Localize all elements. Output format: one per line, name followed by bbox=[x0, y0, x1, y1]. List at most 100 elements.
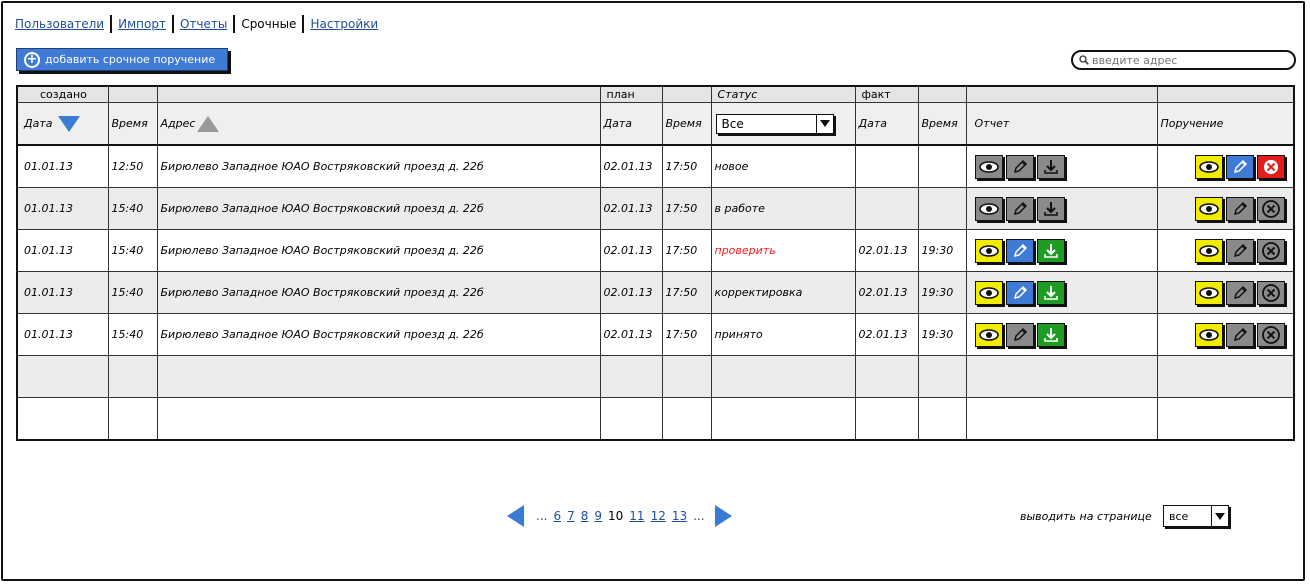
cell-time: 15:40 bbox=[107, 229, 158, 272]
cell-address: Бирюлево Западное ЮАО Востряковский прое… bbox=[156, 313, 601, 356]
report-view-eye-icon[interactable] bbox=[974, 154, 1003, 179]
cell-order-actions bbox=[1156, 271, 1295, 314]
order-edit-pencil-icon[interactable] bbox=[1226, 238, 1254, 263]
report-download-icon[interactable] bbox=[1036, 322, 1065, 347]
cell-status: принято bbox=[710, 313, 856, 356]
add-urgent-order-button[interactable]: + добавить срочное поручение bbox=[16, 48, 228, 71]
report-download-icon[interactable] bbox=[1036, 280, 1065, 305]
nav-link-settings[interactable]: Настройки bbox=[304, 17, 384, 31]
page-link-7[interactable]: 7 bbox=[567, 509, 575, 523]
per-page-select[interactable]: все bbox=[1163, 505, 1229, 527]
page-link-12[interactable]: 12 bbox=[651, 509, 666, 523]
cell-fact-time bbox=[917, 187, 967, 230]
report-view-eye-icon[interactable] bbox=[974, 196, 1003, 221]
cell-plan-time: 17:50 bbox=[661, 144, 712, 188]
arrow-left-icon[interactable] bbox=[507, 505, 524, 527]
cell-time: 15:40 bbox=[107, 271, 158, 314]
order-cancel-close-icon[interactable] bbox=[1257, 280, 1285, 305]
table-row: 01.01.13 15:40 Бирюлево Западное ЮАО Востр… bbox=[16, 313, 1295, 356]
cell-date: 01.01.13 bbox=[16, 271, 109, 314]
report-edit-pencil-icon[interactable] bbox=[1005, 280, 1034, 305]
report-view-eye-icon[interactable] bbox=[974, 238, 1003, 263]
order-edit-pencil-icon[interactable] bbox=[1226, 154, 1254, 179]
report-view-eye-icon[interactable] bbox=[974, 322, 1003, 347]
group-header-status: Статус bbox=[710, 85, 856, 103]
magnifier-icon bbox=[1079, 55, 1089, 65]
cell-report-actions bbox=[965, 313, 1158, 356]
chevron-down-icon[interactable] bbox=[815, 114, 833, 133]
cell-plan-date: 02.01.13 bbox=[599, 271, 663, 314]
report-download-icon[interactable] bbox=[1036, 154, 1065, 179]
cell-report-actions bbox=[965, 271, 1158, 314]
cell-status: новое bbox=[710, 144, 856, 188]
address-search[interactable] bbox=[1071, 50, 1296, 70]
cell-address: Бирюлево Западное ЮАО Востряковский прое… bbox=[156, 271, 601, 314]
table-row-empty bbox=[16, 355, 1295, 398]
cell-time: 15:40 bbox=[107, 187, 158, 230]
order-view-eye-icon[interactable] bbox=[1195, 154, 1223, 179]
cell-address: Бирюлево Западное ЮАО Востряковский прое… bbox=[156, 144, 601, 188]
order-edit-pencil-icon[interactable] bbox=[1226, 196, 1254, 221]
page-link-8[interactable]: 8 bbox=[581, 509, 589, 523]
report-download-icon[interactable] bbox=[1036, 238, 1065, 263]
cell-date: 01.01.13 bbox=[16, 313, 109, 356]
cell-fact-date bbox=[854, 187, 919, 230]
cell-status: в работе bbox=[710, 187, 856, 230]
order-edit-pencil-icon[interactable] bbox=[1226, 322, 1254, 347]
order-cancel-close-icon[interactable] bbox=[1257, 154, 1285, 179]
nav-link-import[interactable]: Импорт bbox=[112, 17, 172, 31]
page-link-11[interactable]: 11 bbox=[629, 509, 644, 523]
page-link-13[interactable]: 13 bbox=[672, 509, 687, 523]
cell-fact-date: 02.01.13 bbox=[854, 313, 919, 356]
page-link-9[interactable]: 9 bbox=[594, 509, 602, 523]
report-download-icon[interactable] bbox=[1036, 196, 1065, 221]
cell-address: Бирюлево Западное ЮАО Востряковский прое… bbox=[156, 229, 601, 272]
table-body: 01.01.13 12:50 Бирюлево Западное ЮАО Востр… bbox=[16, 144, 1295, 356]
order-view-eye-icon[interactable] bbox=[1195, 196, 1223, 221]
report-edit-pencil-icon[interactable] bbox=[1005, 154, 1034, 179]
triangle-up-icon[interactable] bbox=[197, 115, 220, 132]
report-edit-pencil-icon[interactable] bbox=[1005, 322, 1034, 347]
report-view-eye-icon[interactable] bbox=[974, 280, 1003, 305]
cell-fact-date bbox=[854, 144, 919, 188]
cell-order-actions bbox=[1156, 144, 1295, 188]
page-link-6[interactable]: 6 bbox=[553, 509, 561, 523]
cell-order-actions bbox=[1156, 313, 1295, 356]
nav-current-urgent: Срочные bbox=[241, 17, 297, 31]
cell-date: 01.01.13 bbox=[16, 229, 109, 272]
top-nav: Пользователи Импорт Отчеты Срочные Настр… bbox=[15, 14, 384, 34]
column-header-date[interactable]: Дата bbox=[16, 102, 109, 146]
nav-link-reports[interactable]: Отчеты bbox=[174, 17, 233, 31]
triangle-down-icon[interactable] bbox=[58, 115, 81, 132]
cell-address: Бирюлево Западное ЮАО Востряковский прое… bbox=[156, 187, 601, 230]
column-header-status: Все bbox=[710, 102, 856, 146]
group-header-row: создано план Статус факт bbox=[16, 85, 1295, 103]
column-header-fact-date: Дата bbox=[854, 102, 919, 146]
order-cancel-close-icon[interactable] bbox=[1257, 238, 1285, 263]
column-header-address[interactable]: Адрес bbox=[156, 102, 601, 146]
cell-time: 12:50 bbox=[107, 144, 158, 188]
cell-date: 01.01.13 bbox=[16, 144, 109, 188]
status-filter-select[interactable]: Все bbox=[715, 113, 834, 134]
add-urgent-order-label: добавить срочное поручение bbox=[45, 53, 216, 66]
order-cancel-close-icon[interactable] bbox=[1257, 322, 1285, 347]
order-edit-pencil-icon[interactable] bbox=[1226, 280, 1254, 305]
arrow-right-icon[interactable] bbox=[714, 505, 732, 527]
column-header-order: Поручение bbox=[1156, 102, 1295, 146]
cell-plan-time: 17:50 bbox=[661, 229, 712, 272]
nav-link-users[interactable]: Пользователи bbox=[15, 17, 110, 31]
order-view-eye-icon[interactable] bbox=[1195, 238, 1223, 263]
cell-fact-time bbox=[917, 144, 967, 188]
cell-order-actions bbox=[1156, 229, 1295, 272]
chevron-down-icon[interactable] bbox=[1211, 506, 1228, 526]
cell-report-actions bbox=[965, 187, 1158, 230]
order-view-eye-icon[interactable] bbox=[1195, 280, 1223, 305]
cell-status: корректировка bbox=[710, 271, 856, 314]
group-header-plan: план bbox=[599, 85, 663, 103]
order-cancel-close-icon[interactable] bbox=[1257, 196, 1285, 221]
cell-order-actions bbox=[1156, 187, 1295, 230]
order-view-eye-icon[interactable] bbox=[1195, 322, 1223, 347]
report-edit-pencil-icon[interactable] bbox=[1005, 238, 1034, 263]
report-edit-pencil-icon[interactable] bbox=[1005, 196, 1034, 221]
address-search-input[interactable] bbox=[1089, 53, 1282, 67]
